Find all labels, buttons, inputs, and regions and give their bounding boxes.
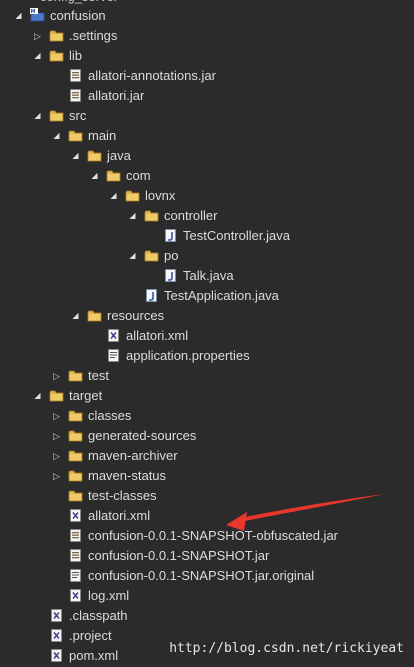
annotation-arrow-head bbox=[226, 512, 247, 531]
annotation-arrow bbox=[226, 494, 385, 531]
watermark: http://blog.csdn.net/rickiyeat bbox=[169, 641, 404, 656]
annotation-arrow-shaft bbox=[240, 494, 385, 522]
